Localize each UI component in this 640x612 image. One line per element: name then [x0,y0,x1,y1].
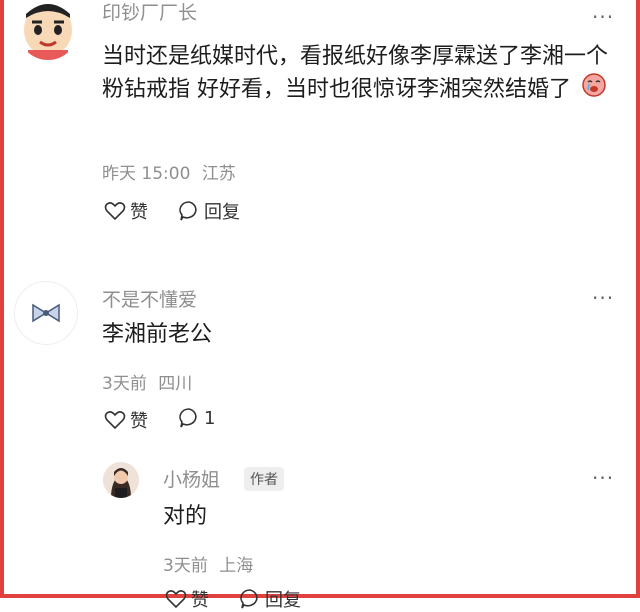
avatar[interactable] [18,0,78,60]
person-avatar-icon [103,462,139,498]
reply-time: 3天前 [163,556,208,576]
comment-bubble-icon [240,589,258,609]
comment-content: 当时还是纸媒时代，看报纸好像李厚霖送了李湘一个粉钻戒指 好好看，当时也很惊讶李湘… [102,40,612,107]
like-label: 赞 [130,202,148,223]
heart-icon [165,590,187,609]
reply-content: 对的 [163,504,208,529]
heart-icon [104,202,126,221]
reply-button[interactable]: 回复 [178,198,240,224]
reply-button[interactable]: 回复 [239,586,301,612]
more-options-button[interactable]: ··· [592,288,614,308]
comment-username[interactable]: 印钞厂厂长 [102,0,197,25]
like-button[interactable]: 赞 [165,586,209,612]
like-button[interactable]: 赞 [104,407,148,433]
cry-emoji-icon [582,73,606,107]
cartoon-avatar-icon [18,0,78,60]
reply-label: 回复 [204,202,240,223]
more-options-button[interactable]: ··· [592,468,614,488]
avatar[interactable] [14,281,78,345]
comment-bubble-icon [179,201,197,221]
reply-username[interactable]: 小杨姐 [163,465,220,492]
comment-location: 四川 [158,374,193,394]
author-badge: 作者 [244,467,284,491]
reply-count: 1 [204,407,216,429]
more-options-button[interactable]: ··· [592,7,614,27]
comment-time: 昨天 15:00 [102,164,191,184]
heart-icon [104,411,126,430]
comment-location: 江苏 [201,164,236,184]
avatar[interactable] [103,462,139,498]
comment-content: 李湘前老公 [102,322,213,347]
like-label: 赞 [130,411,148,432]
comment-meta: 昨天 15:00 江苏 [102,159,236,184]
reply-label: 回复 [265,590,301,611]
bow-icon [32,303,60,323]
reply-location: 上海 [219,556,254,576]
comment-meta: 3天前 四川 [102,369,192,394]
reply-meta: 3天前 上海 [163,551,253,576]
comment-time: 3天前 [102,374,147,394]
like-button[interactable]: 赞 [104,198,148,224]
like-label: 赞 [191,590,209,611]
comment-username[interactable]: 不是不懂爱 [102,285,197,312]
comment-bubble-icon [179,408,197,428]
reply-button[interactable]: 1 [178,407,215,429]
comment-text: 当时还是纸媒时代，看报纸好像李厚霖送了李湘一个粉钻戒指 好好看，当时也很惊讶李湘… [102,44,609,102]
